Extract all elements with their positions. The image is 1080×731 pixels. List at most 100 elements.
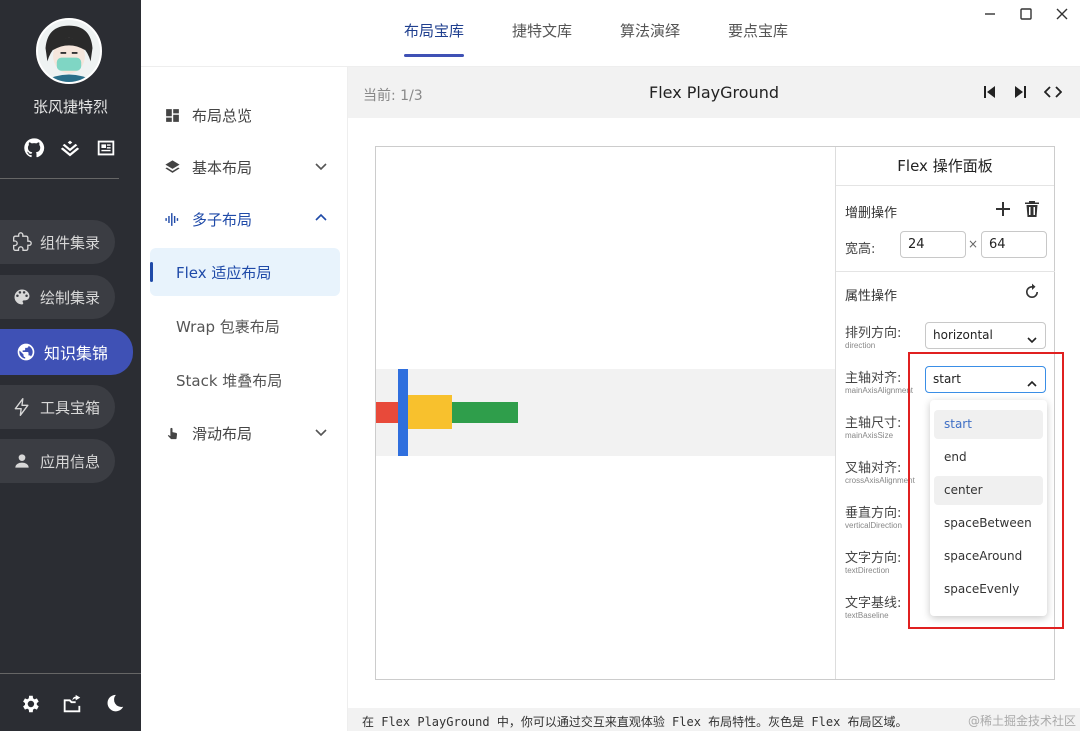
- flex-area: [376, 369, 835, 456]
- footer-bar: 在 Flex PlayGround 中，你可以通过交互来直观体验 Flex 布局…: [348, 708, 1080, 731]
- moon-icon[interactable]: [102, 692, 126, 716]
- add-delete-heading: 增删操作: [845, 206, 898, 221]
- rail-item-knowledge[interactable]: 知识集锦: [0, 329, 133, 375]
- rail-item-components[interactable]: 组件集录: [0, 220, 115, 264]
- swipe-icon: [166, 425, 178, 439]
- direction-select[interactable]: horizontal: [925, 322, 1046, 349]
- chevron-down-icon: [312, 157, 330, 175]
- sidebar-subitem-label: Wrap 包裹布局: [176, 317, 280, 336]
- dashboard-icon: [166, 108, 179, 122]
- puzzle-icon: [13, 232, 32, 251]
- cross-axis-alignment-label: 叉轴对齐:: [845, 461, 902, 476]
- chevron-down-icon: [312, 423, 330, 441]
- next-page-button[interactable]: [1012, 83, 1030, 101]
- rail-item-app-info[interactable]: 应用信息: [0, 439, 115, 483]
- flex-child-yellow[interactable]: [408, 395, 452, 429]
- rail-item-label: 工具宝箱: [40, 398, 101, 417]
- globe-icon: [17, 343, 35, 361]
- props-heading: 属性操作: [845, 289, 898, 304]
- minimize-icon: [985, 13, 995, 15]
- delete-button[interactable]: [1022, 199, 1042, 219]
- code-icon: [1044, 86, 1062, 98]
- rail-item-tools[interactable]: 工具宝箱: [0, 385, 115, 429]
- sidebar-item-label: 多子布局: [192, 210, 253, 229]
- height-input[interactable]: 64: [981, 231, 1047, 258]
- nav-rail: 张风捷特烈 组件集录 绘制集录 知识集锦 工具宝箱 应用信息: [0, 0, 141, 731]
- gear-icon[interactable]: [18, 692, 42, 716]
- minimize-button[interactable]: [972, 2, 1008, 26]
- flex-child-blue[interactable]: [398, 369, 408, 456]
- avatar[interactable]: [36, 18, 102, 84]
- text-baseline-label: 文字基线:: [845, 596, 902, 611]
- rail-divider: [0, 178, 119, 179]
- main-axis-size-label: 主轴尺寸:: [845, 416, 902, 431]
- sidebar-subitem-wrap[interactable]: Wrap 包裹布局: [150, 302, 340, 350]
- sidebar-subitem-flex[interactable]: Flex 适应布局: [150, 248, 340, 296]
- direction-value: horizontal: [933, 328, 993, 342]
- add-button[interactable]: [993, 199, 1013, 219]
- person-icon: [15, 454, 29, 468]
- rail-item-label: 应用信息: [40, 452, 101, 471]
- username: 张风捷特烈: [32, 98, 108, 116]
- highlight-annotation: [908, 352, 1064, 629]
- sidebar-item-basic-layout[interactable]: 基本布局: [141, 145, 348, 189]
- text-direction-sublabel: textDirection: [845, 566, 890, 575]
- watermark: @稀土掘金技术社区: [967, 714, 1076, 728]
- palette-icon: [14, 289, 30, 305]
- cross-axis-alignment-sublabel: crossAxisAlignment: [845, 476, 915, 485]
- playground-toolbar: 当前: 1/3 Flex PlayGround: [348, 67, 1080, 118]
- direction-sublabel: direction: [845, 341, 876, 350]
- text-direction-label: 文字方向:: [845, 551, 902, 566]
- sidebar-item-overview[interactable]: 布局总览: [141, 93, 348, 137]
- panel-title: Flex 操作面板: [836, 147, 1054, 186]
- tab-article-library[interactable]: 捷特文库: [512, 20, 572, 58]
- juejin-icon[interactable]: [58, 136, 82, 160]
- reset-button[interactable]: [1022, 282, 1042, 302]
- trash-icon: [1025, 201, 1039, 217]
- main-axis-size-sublabel: mainAxisSize: [845, 431, 894, 440]
- bolt-icon: [14, 398, 29, 416]
- panel-divider: [836, 271, 1055, 272]
- github-icon[interactable]: [22, 136, 46, 160]
- sidebar-subitem-label: Stack 堆叠布局: [176, 371, 283, 390]
- tab-algorithms[interactable]: 算法演绎: [620, 20, 680, 58]
- text-baseline-sublabel: textBaseline: [845, 611, 889, 620]
- times-sign: ×: [968, 237, 979, 251]
- skip-previous-icon: [984, 86, 995, 98]
- news-icon[interactable]: [94, 136, 118, 160]
- footer-description: 在 Flex PlayGround 中，你可以通过交互来直观体验 Flex 布局…: [362, 715, 908, 729]
- sidebar-subitem-label: Flex 适应布局: [176, 263, 272, 282]
- direction-label: 排列方向:: [845, 326, 902, 341]
- maximize-button[interactable]: [1008, 2, 1044, 26]
- sidebar-subitem-stack[interactable]: Stack 堆叠布局: [150, 356, 340, 404]
- sidebar-item-scroll-layout[interactable]: 滑动布局: [141, 411, 348, 455]
- rail-item-label: 组件集录: [40, 233, 101, 252]
- size-label: 宽高:: [845, 242, 876, 257]
- sidebar-item-label: 布局总览: [192, 106, 253, 125]
- share-folder-icon[interactable]: [60, 692, 84, 716]
- tab-layout-library[interactable]: 布局宝库: [404, 20, 465, 58]
- main-axis-alignment-sublabel: mainAxisAlignment: [845, 386, 914, 395]
- close-icon: [1056, 8, 1068, 20]
- page-title: Flex PlayGround: [649, 83, 779, 102]
- sidebar-item-multi-child-layout[interactable]: 多子布局: [141, 197, 348, 241]
- skip-next-icon: [1015, 86, 1026, 98]
- top-bar: 布局宝库 捷特文库 算法演绎 要点宝库: [141, 0, 1080, 67]
- flex-child-red[interactable]: [376, 402, 398, 423]
- chevron-down-icon: [1026, 330, 1038, 344]
- width-input[interactable]: 24: [900, 231, 966, 258]
- tab-key-points[interactable]: 要点宝库: [728, 20, 788, 58]
- vertical-direction-label: 垂直方向:: [845, 506, 902, 521]
- main-axis-alignment-label: 主轴对齐:: [845, 371, 902, 386]
- sidebar-item-label: 滑动布局: [192, 424, 253, 443]
- close-button[interactable]: [1044, 2, 1080, 26]
- rail-divider: [0, 673, 141, 674]
- first-page-button[interactable]: [980, 83, 998, 101]
- rail-item-drawing[interactable]: 绘制集录: [0, 275, 115, 319]
- layers-icon: [165, 159, 180, 173]
- plus-icon: [996, 202, 1010, 216]
- flex-child-green[interactable]: [452, 402, 518, 423]
- view-code-button[interactable]: [1044, 83, 1062, 101]
- waveform-icon: [165, 212, 179, 226]
- sidebar-item-label: 基本布局: [192, 158, 253, 177]
